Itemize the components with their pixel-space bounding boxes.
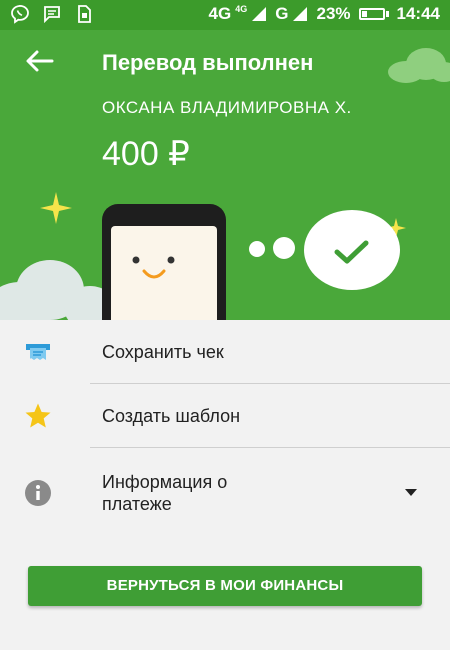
network-indicator-2: G	[275, 4, 308, 24]
network-1-small-label: 4G	[235, 3, 248, 14]
back-arrow-icon[interactable]	[24, 48, 54, 74]
info-icon	[25, 480, 51, 506]
checkmark-icon	[334, 240, 369, 264]
transfer-amount: 400 ₽	[102, 135, 190, 173]
battery-icon	[358, 8, 389, 20]
signal-icon-2	[293, 7, 308, 21]
action-list: Сохранить чек Создать шаблон Информация …	[0, 320, 450, 538]
chevron-down-icon[interactable]	[404, 488, 418, 498]
status-left-icons	[10, 4, 94, 24]
receipt-icon	[26, 344, 50, 360]
save-receipt-label: Сохранить чек	[102, 342, 224, 362]
sparkle-icon	[40, 192, 72, 224]
payment-info-label: Информация о платеже	[102, 472, 228, 514]
create-template-row[interactable]: Создать шаблон	[0, 384, 450, 448]
recipient-name: ОКСАНА ВЛАДИМИРОВНА Х.	[102, 98, 352, 117]
save-receipt-row[interactable]: Сохранить чек	[0, 320, 450, 384]
create-template-label: Создать шаблон	[102, 406, 241, 426]
phone-illustration	[102, 204, 226, 320]
status-bar: 4G 4G G 23% 14:44	[0, 0, 450, 30]
status-right: 4G 4G G 23% 14:44	[209, 4, 440, 24]
network-indicator-1: 4G 4G	[209, 4, 268, 24]
network-1-label: 4G	[208, 4, 232, 23]
battery-percent: 23%	[316, 4, 351, 23]
viber-icon	[11, 4, 29, 24]
check-bubble	[304, 210, 400, 290]
phone-screen	[111, 226, 217, 320]
signal-icon	[252, 7, 267, 21]
network-2-label: G	[275, 4, 289, 23]
return-to-finances-button[interactable]: ВЕРНУТЬСЯ В МОИ ФИНАНСЫ	[28, 566, 422, 606]
page-title: Перевод выполнен	[102, 50, 314, 75]
star-icon	[25, 403, 51, 428]
battery-fill	[361, 11, 367, 17]
bubble-dots-icon	[249, 237, 295, 259]
message-icon	[44, 6, 60, 24]
smile-face-icon	[132, 256, 175, 279]
payment-info-row[interactable]: Информация о платеже	[0, 448, 450, 538]
clock: 14:44	[396, 4, 440, 23]
sim-icon	[78, 5, 91, 23]
cloud-icon	[388, 48, 450, 83]
success-header: Перевод выполнен ОКСАНА ВЛАДИМИРОВНА Х. …	[0, 30, 450, 320]
